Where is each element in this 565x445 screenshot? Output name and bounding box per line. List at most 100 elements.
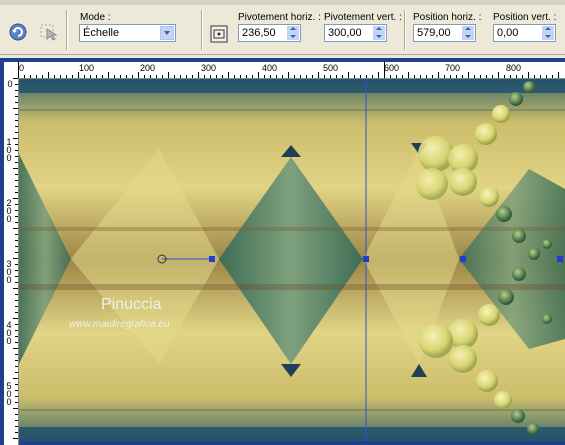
ruler-tick (492, 75, 493, 78)
spin-up-icon[interactable] (373, 26, 385, 33)
ruler-tick (240, 75, 241, 78)
ruler-tick (15, 132, 18, 133)
ruler-tick (15, 186, 18, 187)
ruler-tick (432, 75, 433, 78)
spin-down-icon[interactable] (542, 33, 554, 40)
mode-select[interactable]: Échelle (79, 24, 176, 42)
ruler-tick (258, 72, 259, 78)
ruler-tick (198, 72, 199, 78)
ruler-tick (246, 75, 247, 78)
select-tool-icon[interactable] (38, 22, 58, 42)
ruler-tick (318, 72, 319, 78)
ruler-tick (126, 75, 127, 78)
toolbar-separator (201, 10, 203, 50)
ruler-tick (15, 276, 18, 277)
ruler-tick (13, 288, 18, 289)
ruler-label: 300 (201, 63, 217, 73)
ruler-tick (15, 390, 18, 391)
mode-label: Mode : (80, 12, 111, 23)
ruler-tick (228, 72, 229, 78)
ruler-tick (498, 72, 499, 78)
ruler-tick (15, 204, 18, 205)
ruler-tick (540, 75, 541, 78)
ruler-tick (312, 75, 313, 78)
reset-icon[interactable] (8, 22, 28, 42)
ruler-tick (168, 72, 169, 78)
ruler-tick (15, 222, 18, 223)
ruler-tick (15, 90, 18, 91)
pivot-v-value: 300,00 (328, 27, 362, 39)
ruler-tick (15, 306, 18, 307)
ruler-tick (15, 354, 18, 355)
ruler-tick (15, 114, 18, 115)
ruler-tick (330, 75, 331, 78)
ruler-tick (108, 72, 109, 78)
spin-down-icon[interactable] (373, 33, 385, 40)
ruler-tick (78, 72, 79, 78)
ruler-tick (192, 75, 193, 78)
ruler-tick (15, 162, 18, 163)
pos-h-field[interactable]: 579,00 (413, 24, 476, 42)
pivot-icon[interactable] (209, 24, 229, 44)
ruler-tick (534, 75, 535, 78)
pivot-h-field[interactable]: 236,50 (238, 24, 301, 42)
ruler-tick (15, 300, 18, 301)
spin-up-icon[interactable] (542, 26, 554, 33)
ruler-tick (15, 372, 18, 373)
ruler-tick (15, 192, 18, 193)
ruler-tick (510, 75, 511, 78)
chevron-down-icon[interactable] (160, 26, 174, 40)
pos-v-field[interactable]: 0,00 (493, 24, 556, 42)
ruler-tick (13, 378, 18, 379)
ruler-label: 100 (6, 137, 12, 163)
spin-up-icon[interactable] (287, 26, 299, 33)
ruler-tick (15, 210, 18, 211)
ruler-tick (408, 72, 409, 78)
ruler-tick (15, 144, 18, 145)
ruler-tick (48, 72, 49, 78)
spin-down-icon[interactable] (462, 33, 474, 40)
spin-down-icon[interactable] (287, 33, 299, 40)
horizontal-ruler[interactable]: 0 100 200 300 400 500 600 700 800 (18, 62, 565, 79)
ruler-tick (558, 72, 559, 78)
ruler-label: 500 (323, 63, 339, 73)
ruler-tick (13, 318, 18, 319)
ruler-tick (13, 168, 18, 169)
ruler-label: 200 (6, 198, 12, 224)
ruler-tick (15, 270, 18, 271)
toolbar-top-strip (0, 0, 565, 5)
ruler-label: 800 (506, 63, 522, 73)
vertical-ruler[interactable]: 0 100 200 300 400 500 (4, 78, 19, 445)
ruler-tick (204, 75, 205, 78)
ruler-tick (372, 75, 373, 78)
pivot-v-label: Pivotement vert. : (324, 12, 402, 23)
image-canvas[interactable]: Pinuccia www.maidiregrafica.eu (19, 79, 565, 441)
ruler-tick (414, 75, 415, 78)
ruler-tick (15, 84, 18, 85)
ruler-tick (402, 75, 403, 78)
ruler-tick (15, 324, 18, 325)
ruler-tick (15, 384, 18, 385)
ruler-tick (150, 75, 151, 78)
ruler-tick (486, 75, 487, 78)
ruler-tick (468, 72, 469, 78)
ruler-tick (15, 216, 18, 217)
ruler-tick (252, 75, 253, 78)
spin-up-icon[interactable] (462, 26, 474, 33)
ruler-tick (216, 75, 217, 78)
ruler-tick (15, 102, 18, 103)
ruler-tick (15, 180, 18, 181)
ruler-label: 400 (262, 63, 278, 73)
ruler-tick (18, 62, 19, 78)
ruler-tick (336, 75, 337, 78)
ruler-tick (180, 75, 181, 78)
watermark-site: www.maidiregrafica.eu (69, 319, 170, 330)
ruler-tick (30, 75, 31, 78)
ruler-tick (384, 62, 385, 78)
ruler-tick (13, 438, 18, 439)
ruler-tick (15, 252, 18, 253)
pivot-v-field[interactable]: 300,00 (324, 24, 387, 42)
ruler-tick (15, 96, 18, 97)
ruler-tick (132, 75, 133, 78)
ruler-tick (15, 414, 18, 415)
